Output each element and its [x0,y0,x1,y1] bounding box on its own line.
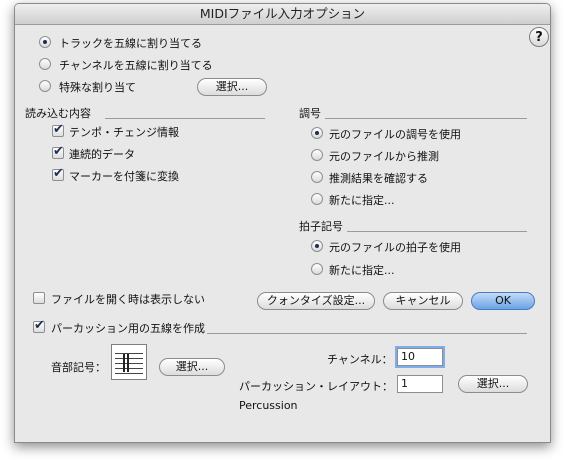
percussion-layout-label: パーカッション・レイアウト： [239,380,393,393]
window-title: MIDIファイル入力オプション [15,4,550,25]
label-key-infer: 元のファイルから推測 [329,150,439,163]
channel-label: チャンネル： [327,353,393,366]
label-time-use-original: 元のファイルの拍子を使用 [329,241,461,254]
radio-channel-to-staff[interactable] [39,58,51,70]
radio-key-specify[interactable] [311,193,323,205]
special-assign-select-button[interactable]: 選択... [197,78,267,96]
label-create-percussion-staff: パーカッション用の五線を作成 [51,322,205,335]
label-time-specify: 新たに指定... [329,264,395,277]
radio-track-to-staff[interactable] [39,36,51,48]
radio-key-infer[interactable] [311,149,323,161]
label-channel-to-staff: チャンネルを五線に割り当てる [59,59,213,72]
ok-button[interactable]: OK [471,292,535,310]
time-section-divider [347,231,527,232]
checkbox-continuous-data[interactable] [52,144,64,159]
radio-key-use-original[interactable] [311,127,323,139]
label-key-confirm: 推測結果を確認する [329,172,428,185]
time-section-heading: 拍子記号 [299,220,343,233]
label-hide-on-open: ファイルを開く時は表示しない [51,293,205,306]
read-section-divider [105,118,265,119]
percussion-section-divider [207,333,527,334]
checkbox-create-percussion-staff[interactable] [33,318,45,333]
clef-label: 音部記号： [51,361,106,374]
radio-time-specify[interactable] [311,263,323,275]
percussion-clef-icon [123,354,129,372]
radio-special-assign[interactable] [39,80,51,92]
midi-import-dialog: MIDIファイル入力オプション ? トラックを五線に割り当てる チャンネルを五線… [14,3,551,443]
label-key-use-original: 元のファイルの調号を使用 [329,128,461,141]
percussion-layout-field[interactable]: 1 [397,375,443,393]
label-track-to-staff: トラックを五線に割り当てる [59,37,202,50]
checkbox-hide-on-open[interactable] [33,292,45,304]
key-section-heading: 調号 [299,107,321,120]
percussion-clef-preview [111,344,147,380]
label-continuous-data: 連続的データ [69,148,135,161]
label-key-specify: 新たに指定... [329,194,395,207]
read-section-heading: 読み込む内容 [25,107,91,120]
percussion-layout-select-button[interactable]: 選択... [458,375,528,393]
radio-key-confirm[interactable] [311,171,323,183]
label-special-assign: 特殊な割り当て [59,81,136,94]
help-button[interactable]: ? [529,27,549,47]
cancel-button[interactable]: キャンセル [383,292,463,310]
checkbox-tempo-changes[interactable] [52,122,64,137]
key-section-divider [325,118,527,119]
channel-field[interactable]: 10 [397,348,443,366]
clef-select-button[interactable]: 選択... [159,358,225,376]
quantize-settings-button[interactable]: クォンタイズ設定... [257,292,375,310]
percussion-layout-name: Percussion [239,399,298,412]
label-markers-to-notes: マーカーを付箋に変換 [69,170,179,183]
label-tempo-changes: テンポ・チェンジ情報 [69,126,179,139]
radio-time-use-original[interactable] [311,240,323,252]
checkbox-markers-to-notes[interactable] [52,166,64,181]
